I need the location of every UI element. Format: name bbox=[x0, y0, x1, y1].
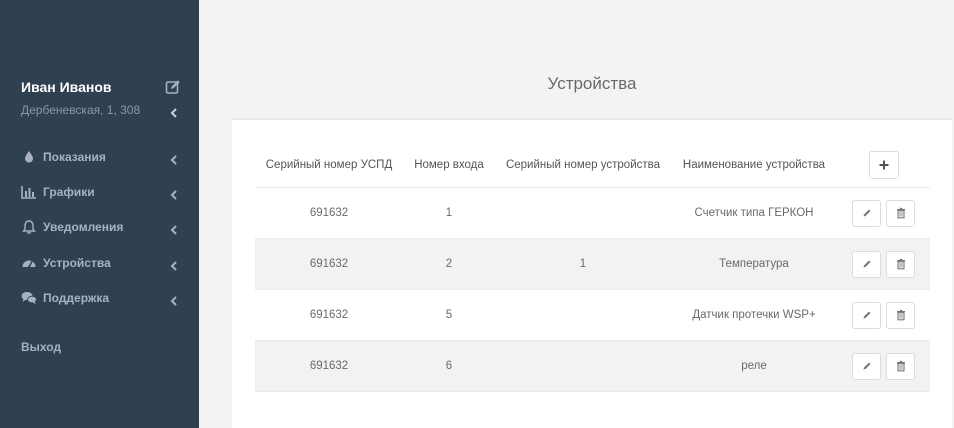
edit-button[interactable] bbox=[852, 199, 881, 227]
table-row: 691632 2 1 Температура bbox=[255, 238, 930, 290]
sidebar-item-label: Показания bbox=[43, 150, 106, 164]
logout-link[interactable]: Выход bbox=[21, 340, 61, 354]
delete-button[interactable] bbox=[886, 250, 915, 278]
column-header: Серийный номер устройства bbox=[495, 142, 671, 188]
pencil-icon bbox=[863, 311, 870, 319]
delete-button[interactable] bbox=[886, 199, 915, 227]
page-title: Устройства bbox=[547, 74, 637, 93]
dashboard-icon bbox=[21, 256, 37, 270]
sidebar-item-label: Графики bbox=[43, 185, 95, 199]
cell-device-name: реле bbox=[671, 340, 837, 392]
cell-device-serial bbox=[495, 340, 671, 392]
edit-button[interactable] bbox=[852, 301, 881, 329]
cell-device-name: Датчик протечки WSP+ bbox=[671, 289, 837, 341]
pencil-icon bbox=[863, 362, 870, 370]
column-header: Серийный номер УСПД bbox=[255, 142, 403, 188]
column-header: Наименование устройства bbox=[671, 142, 837, 188]
profile-address: Дербеневская, 1, 308 bbox=[21, 103, 141, 117]
cell-actions bbox=[837, 289, 930, 341]
chevron-left-icon bbox=[170, 258, 178, 271]
chevron-left-icon bbox=[170, 293, 178, 306]
chat-icon bbox=[21, 291, 37, 305]
delete-button[interactable] bbox=[886, 301, 915, 329]
table-row: 691632 5 Датчик протечки WSP+ bbox=[255, 289, 930, 341]
sidebar-item-support[interactable]: Поддержка bbox=[0, 287, 199, 311]
cell-device-name: Температура bbox=[671, 238, 837, 290]
chevron-left-icon[interactable] bbox=[170, 105, 178, 118]
cell-actions bbox=[837, 187, 930, 239]
pencil-icon bbox=[863, 260, 870, 268]
profile-name: Иван Иванов bbox=[21, 79, 112, 95]
table-row: 691632 6 реле bbox=[255, 340, 930, 392]
trash-icon bbox=[896, 360, 905, 372]
sidebar-item-label: Уведомления bbox=[43, 220, 124, 234]
table-header-row: Серийный номер УСПД Номер входа Серийный… bbox=[255, 142, 930, 188]
cell-device-serial bbox=[495, 289, 671, 341]
sidebar-item-readings[interactable]: Показания bbox=[0, 146, 199, 170]
edit-button[interactable] bbox=[852, 250, 881, 278]
cell-device-serial: 1 bbox=[495, 238, 671, 290]
bar-chart-icon bbox=[21, 185, 37, 199]
drop-icon bbox=[21, 150, 37, 164]
delete-button[interactable] bbox=[886, 352, 915, 380]
cell-uspd-serial: 691632 bbox=[255, 340, 403, 392]
cell-input-number: 5 bbox=[403, 289, 495, 341]
devices-panel: Серийный номер УСПД Номер входа Серийный… bbox=[232, 118, 952, 428]
table-row: 691632 1 Счетчик типа ГЕРКОН bbox=[255, 187, 930, 239]
chevron-left-icon bbox=[170, 222, 178, 235]
sidebar-item-label: Поддержка bbox=[43, 291, 110, 305]
column-header: Номер входа bbox=[403, 142, 495, 188]
devices-table: Серийный номер УСПД Номер входа Серийный… bbox=[255, 142, 930, 392]
edit-profile-icon[interactable] bbox=[165, 79, 181, 95]
trash-icon bbox=[896, 207, 905, 219]
cell-uspd-serial: 691632 bbox=[255, 187, 403, 239]
cell-input-number: 6 bbox=[403, 340, 495, 392]
edit-button[interactable] bbox=[852, 352, 881, 380]
actions-header bbox=[837, 142, 930, 188]
cell-uspd-serial: 691632 bbox=[255, 238, 403, 290]
trash-icon bbox=[896, 258, 905, 270]
add-device-button[interactable] bbox=[868, 150, 899, 179]
cell-uspd-serial: 691632 bbox=[255, 289, 403, 341]
chevron-left-icon bbox=[170, 152, 178, 165]
cell-input-number: 1 bbox=[403, 187, 495, 239]
cell-device-name: Счетчик типа ГЕРКОН bbox=[671, 187, 837, 239]
sidebar: Иван Иванов Дербеневская, 1, 308 Показан… bbox=[0, 0, 199, 428]
bell-icon bbox=[21, 220, 37, 234]
sidebar-item-notifications[interactable]: Уведомления bbox=[0, 216, 199, 240]
pencil-icon bbox=[863, 209, 870, 217]
trash-icon bbox=[896, 309, 905, 321]
sidebar-item-devices[interactable]: Устройства bbox=[0, 252, 199, 276]
cell-device-serial bbox=[495, 187, 671, 239]
cell-input-number: 2 bbox=[403, 238, 495, 290]
table-end-row bbox=[255, 391, 930, 392]
cell-actions bbox=[837, 238, 930, 290]
cell-actions bbox=[837, 340, 930, 392]
sidebar-item-charts[interactable]: Графики bbox=[0, 181, 199, 205]
sidebar-item-label: Устройства bbox=[43, 256, 111, 270]
chevron-left-icon bbox=[170, 187, 178, 200]
plus-icon bbox=[879, 160, 888, 169]
